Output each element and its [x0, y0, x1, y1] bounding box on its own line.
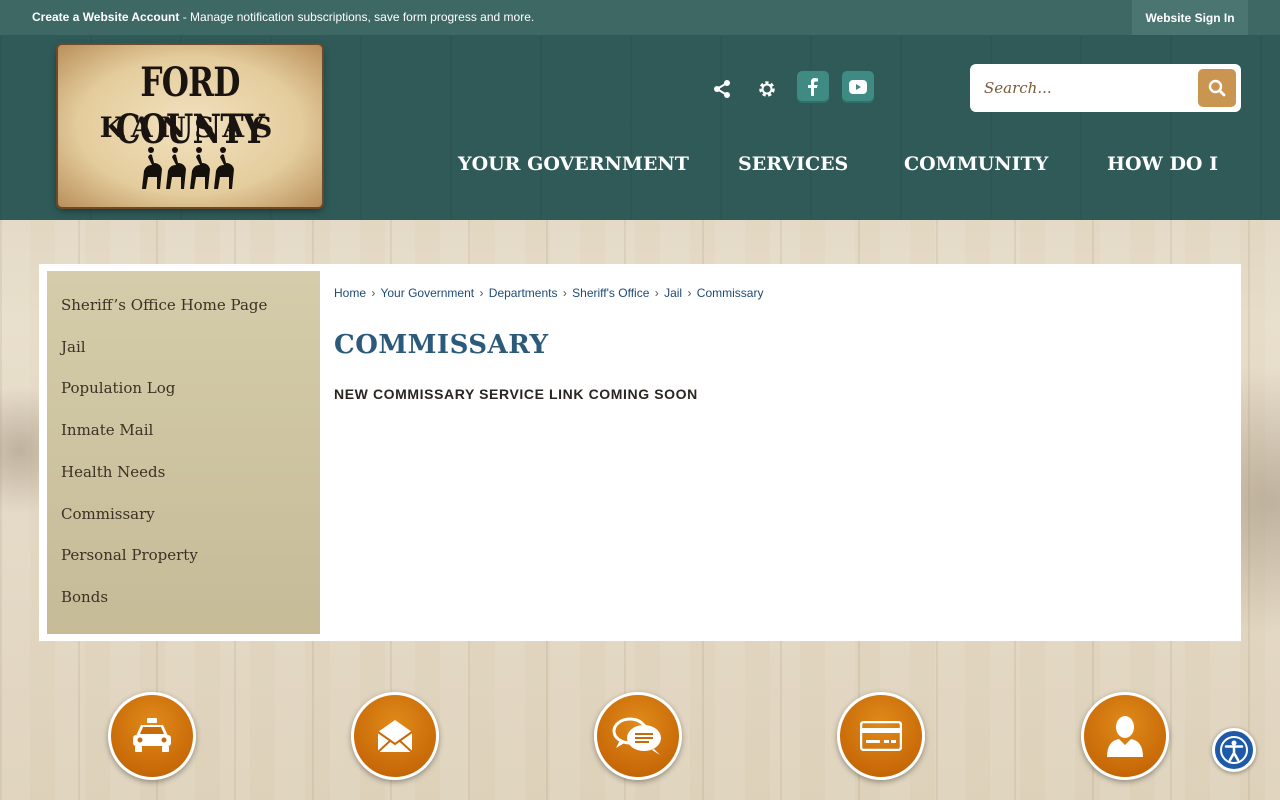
nav-community[interactable]: COMMUNITY — [904, 153, 1048, 175]
ford-county-logo[interactable]: FORD COUNTY KANSAS — [58, 45, 322, 207]
sidebar-item-commissary[interactable]: Commissary — [61, 505, 155, 523]
breadcrumb-home[interactable]: Home — [334, 286, 366, 300]
credit-card-icon — [860, 721, 902, 751]
quick-link-payments[interactable] — [837, 692, 925, 780]
breadcrumb-separator: › — [479, 286, 484, 300]
gear-icon[interactable] — [755, 77, 779, 101]
sidebar-item-jail[interactable]: Jail — [61, 338, 86, 356]
sidebar-item-inmate-mail[interactable]: Inmate Mail — [61, 421, 153, 439]
accessibility-icon — [1220, 736, 1248, 764]
riders-silhouette-icon — [142, 147, 234, 189]
share-icon[interactable] — [710, 77, 734, 101]
youtube-icon[interactable] — [842, 71, 874, 103]
police-car-icon — [133, 718, 171, 752]
breadcrumb-jail[interactable]: Jail — [664, 286, 682, 300]
nav-your-government[interactable]: YOUR GOVERNMENT — [458, 153, 689, 175]
page-title: COMMISSARY — [334, 330, 549, 360]
chat-bubbles-icon — [612, 717, 661, 755]
website-sign-in-button[interactable]: Website Sign In — [1132, 0, 1248, 35]
accessibility-button[interactable] — [1212, 728, 1256, 772]
account-message: Create a Website Account - Manage notifi… — [32, 10, 534, 24]
sidebar-item-personal-property[interactable]: Personal Property — [61, 546, 198, 564]
nav-services[interactable]: SERVICES — [738, 153, 848, 175]
account-message-text: - Manage notification subscriptions, sav… — [179, 10, 535, 24]
breadcrumb-sheriffs-office[interactable]: Sheriff's Office — [572, 286, 649, 300]
breadcrumb-separator: › — [562, 286, 567, 300]
facebook-icon[interactable] — [797, 71, 829, 103]
sidebar-item-health-needs[interactable]: Health Needs — [61, 463, 165, 481]
mail-envelope-icon — [377, 720, 413, 753]
breadcrumb-departments[interactable]: Departments — [489, 286, 558, 300]
quick-link-chat[interactable] — [594, 692, 682, 780]
search-icon — [1208, 79, 1226, 97]
search-input[interactable] — [984, 76, 1194, 100]
breadcrumb-separator: › — [654, 286, 659, 300]
nav-how-do-i[interactable]: HOW DO I — [1107, 153, 1218, 175]
breadcrumb-separator: › — [371, 286, 376, 300]
quick-link-mail[interactable] — [351, 692, 439, 780]
sidebar-item-population-log[interactable]: Population Log — [61, 379, 175, 397]
create-account-link[interactable]: Create a Website Account — [32, 10, 179, 24]
search-box — [970, 64, 1241, 112]
person-icon — [1107, 716, 1143, 757]
breadcrumb-separator: › — [687, 286, 692, 300]
quick-link-profile[interactable] — [1081, 692, 1169, 780]
notification-bar: Create a Website Account - Manage notifi… — [0, 0, 1280, 35]
quick-link-police-car[interactable] — [108, 692, 196, 780]
breadcrumb-your-government[interactable]: Your Government — [380, 286, 474, 300]
logo-line-2: KANSAS — [99, 111, 281, 144]
breadcrumb: Home › Your Government › Departments › S… — [334, 286, 763, 300]
commissary-notice: NEW COMMISSARY SERVICE LINK COMING SOON — [334, 386, 698, 402]
breadcrumb-commissary[interactable]: Commissary — [697, 286, 764, 300]
search-button[interactable] — [1198, 69, 1236, 107]
sidebar-item-sheriffs-office-home[interactable]: Sheriff’s Office Home Page — [61, 296, 267, 314]
sidebar-menu: Sheriff’s Office Home Page Jail Populati… — [47, 271, 320, 634]
sidebar-item-bonds[interactable]: Bonds — [61, 588, 108, 606]
